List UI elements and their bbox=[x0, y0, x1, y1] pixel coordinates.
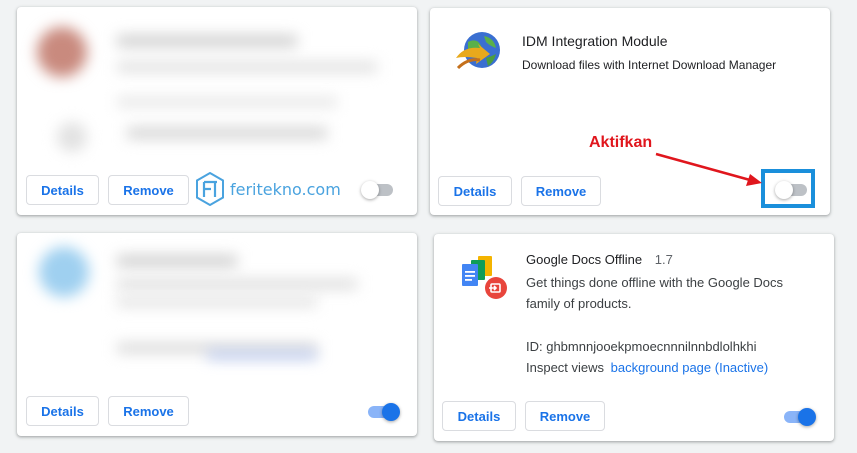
feritekno-logo-icon bbox=[196, 172, 224, 206]
annotation-label: Aktifkan bbox=[589, 134, 653, 151]
inspect-views-row: Inspect views background page (Inactive) bbox=[526, 357, 768, 378]
extension-name-row: Google Docs Offline 1.7 bbox=[526, 252, 673, 267]
remove-button[interactable]: Remove bbox=[108, 175, 189, 205]
blurred-extension-icon bbox=[37, 27, 87, 77]
blurred-extension-desc2 bbox=[117, 97, 337, 107]
blurred-extension-desc bbox=[117, 62, 377, 72]
extension-description: Get things done offline with the Google … bbox=[526, 275, 784, 311]
extension-toggle[interactable] bbox=[782, 407, 818, 427]
background-page-link[interactable]: background page (Inactive) bbox=[611, 360, 769, 375]
idm-globe-icon bbox=[456, 32, 500, 70]
details-button[interactable]: Details bbox=[26, 175, 99, 205]
annotation-arrow-icon bbox=[655, 152, 762, 186]
extension-toggle[interactable] bbox=[775, 180, 811, 200]
extension-toggle[interactable] bbox=[366, 402, 402, 422]
google-docs-offline-icon bbox=[462, 256, 507, 299]
extension-name: Google Docs Offline bbox=[526, 252, 643, 267]
details-button[interactable]: Details bbox=[442, 401, 516, 431]
blurred-extension-link bbox=[207, 351, 317, 359]
watermark-text: feritekno.com bbox=[230, 179, 341, 199]
remove-button[interactable]: Remove bbox=[525, 401, 605, 431]
blurred-extension-desc bbox=[117, 279, 357, 289]
extension-card-google-docs-offline: Google Docs Offline 1.7 Get things done … bbox=[434, 234, 834, 441]
extension-card-blurred-bottom: Details Remove bbox=[17, 233, 417, 436]
inspect-views-label: Inspect views bbox=[526, 360, 605, 375]
blurred-extension-title bbox=[117, 255, 237, 267]
watermark: feritekno.com bbox=[195, 172, 341, 206]
blurred-extension-meta-icon bbox=[57, 122, 87, 152]
remove-button[interactable]: Remove bbox=[108, 396, 189, 426]
blurred-extension-icon bbox=[39, 247, 89, 297]
extension-description: Download files with Internet Download Ma… bbox=[522, 58, 777, 72]
extension-card-blurred-top: Details Remove feritekno.com bbox=[17, 7, 417, 215]
blurred-extension-meta bbox=[127, 127, 327, 139]
remove-button[interactable]: Remove bbox=[521, 176, 601, 206]
details-button[interactable]: Details bbox=[26, 396, 99, 426]
blurred-extension-desc2 bbox=[117, 297, 317, 307]
blurred-extension-title bbox=[117, 35, 297, 47]
extension-version: 1.7 bbox=[654, 252, 673, 267]
extension-id: ID: ghbmnnjooekpmoecnnnilnnbdlolhkhi bbox=[526, 339, 757, 354]
extension-toggle[interactable] bbox=[361, 180, 397, 200]
details-button[interactable]: Details bbox=[438, 176, 512, 206]
extension-name: IDM Integration Module bbox=[522, 33, 668, 49]
